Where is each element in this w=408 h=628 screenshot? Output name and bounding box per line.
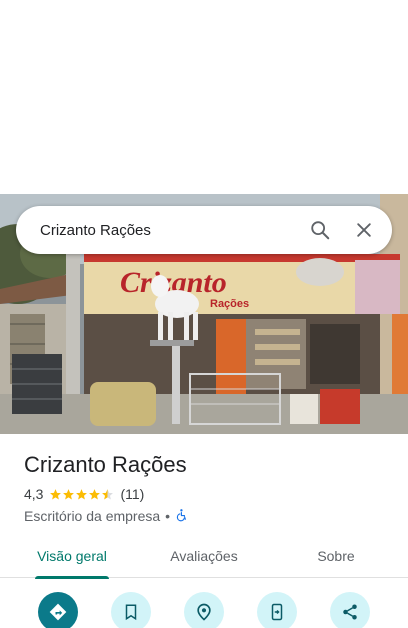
tab-reviews[interactable]: Avaliações	[166, 534, 242, 578]
save-button[interactable]	[111, 592, 151, 628]
tab-bar: Visão geral Avaliações Sobre	[0, 534, 408, 579]
nearby-button[interactable]	[184, 592, 224, 628]
place-title: Crizanto Rações	[24, 452, 187, 477]
search-bar[interactable]: Crizanto Rações	[16, 206, 392, 254]
tab-overview[interactable]: Visão geral	[35, 534, 109, 579]
rating-value: 4,3	[24, 486, 44, 502]
search-icon[interactable]	[298, 208, 342, 252]
send-to-phone-icon	[271, 603, 283, 621]
wheelchair-accessible-icon	[175, 508, 189, 525]
star-icon	[50, 488, 62, 499]
place-page: Crizanto Rações Crizanto Rações Crizanto…	[0, 0, 408, 628]
nearby-icon	[197, 603, 211, 621]
star-icon	[63, 488, 75, 499]
star-icon	[76, 488, 88, 499]
category-row: Escritório da empresa •	[24, 506, 394, 526]
rating-row[interactable]: 4,3 (11)	[24, 484, 394, 504]
send-to-phone-button[interactable]	[257, 592, 297, 628]
directions-icon	[49, 603, 67, 621]
half-star-icon	[102, 488, 114, 499]
star-rating	[49, 488, 114, 501]
close-icon[interactable]	[342, 208, 386, 252]
separator: •	[165, 508, 171, 524]
share-button[interactable]	[330, 592, 370, 628]
map-area[interactable]	[0, 0, 408, 194]
place-info: Crizanto Rações 4,3 (11) Escritório da e…	[24, 450, 394, 526]
tab-about[interactable]: Sobre	[314, 534, 358, 578]
directions-button[interactable]	[38, 592, 78, 628]
action-bar	[0, 592, 408, 628]
reviews-count[interactable]: (11)	[120, 486, 144, 502]
sign-subtext: Rações	[210, 298, 249, 310]
search-input[interactable]: Crizanto Rações	[40, 222, 298, 239]
category-label: Escritório da empresa	[24, 508, 161, 524]
bookmark-icon	[125, 604, 137, 621]
share-icon	[343, 604, 357, 620]
star-icon	[89, 488, 101, 499]
